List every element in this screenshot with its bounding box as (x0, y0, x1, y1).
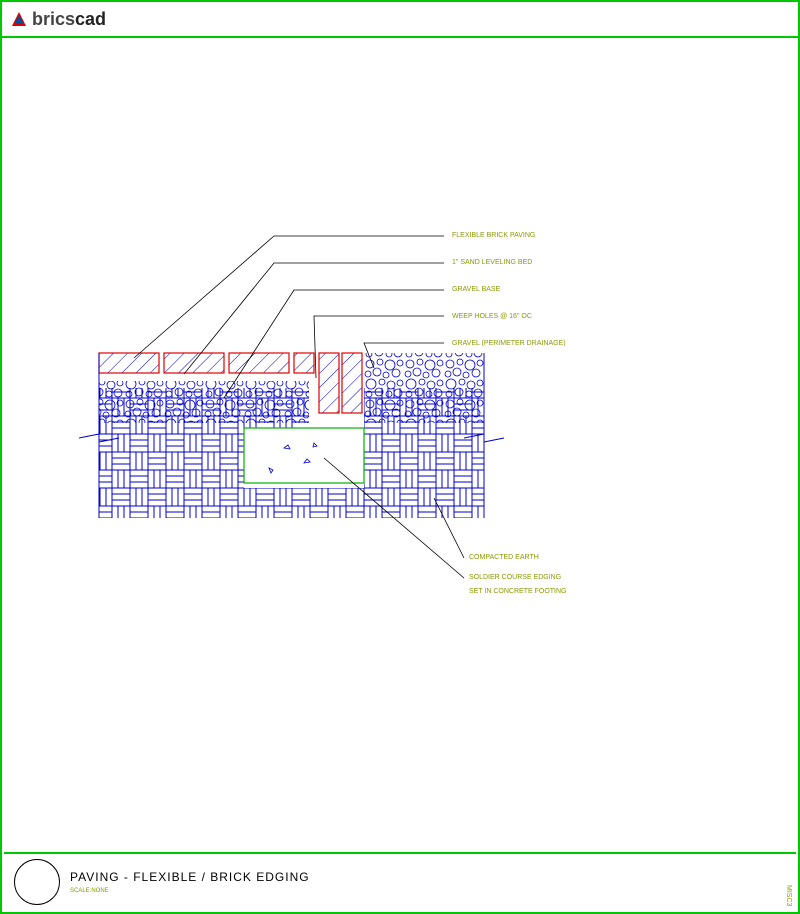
app-frame: bricscad (0, 0, 800, 914)
label-flexible-paving: FLEXIBLE BRICK PAVING (452, 232, 535, 239)
label-perimeter-gravel: GRAVEL (PERIMETER DRAINAGE) (452, 340, 566, 347)
label-soldier-edging-b: SET IN CONCRETE FOOTING (469, 588, 567, 595)
drawing-title: PAVING - FLEXIBLE / BRICK EDGING (70, 870, 310, 884)
drawing-scale: SCALE:NONE (70, 888, 310, 894)
title-text: PAVING - FLEXIBLE / BRICK EDGING SCALE:N… (70, 870, 310, 894)
brand-light: brics (32, 9, 75, 29)
label-gravel-base: GRAVEL BASE (452, 286, 500, 293)
title-block: PAVING - FLEXIBLE / BRICK EDGING SCALE:N… (4, 852, 796, 910)
label-soldier-edging-a: SOLDIER COURSE EDGING (469, 574, 561, 581)
sheet-circle-icon (14, 859, 60, 905)
header: bricscad (2, 2, 798, 38)
label-weep-holes: WEEP HOLES @ 16" OC (452, 313, 532, 320)
logo-icon (12, 12, 26, 26)
brand-text: bricscad (32, 9, 106, 30)
sheet-code: MISC3 (785, 885, 792, 906)
brand-bold: cad (75, 9, 106, 29)
label-sand-bed: 1" SAND LEVELING BED (452, 259, 532, 266)
drawing-canvas: FLEXIBLE BRICK PAVING 1" SAND LEVELING B… (4, 38, 796, 852)
drawing-svg (4, 38, 800, 858)
label-compacted-earth: COMPACTED EARTH (469, 554, 539, 561)
